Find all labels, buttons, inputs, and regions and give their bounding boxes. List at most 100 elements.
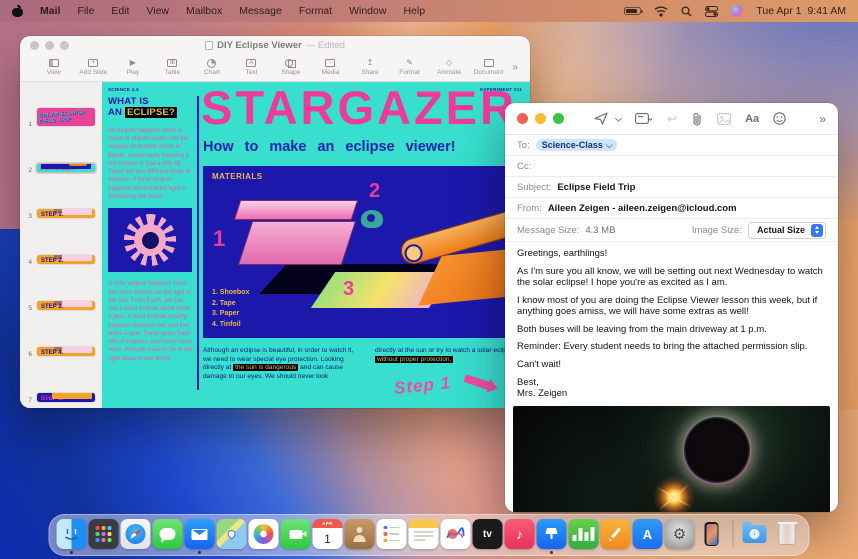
message-body[interactable]: Greetings, earthlings! As I'm sure you a… (505, 242, 838, 400)
toolbar-overflow-chevron[interactable]: » (512, 62, 518, 73)
dock-downloads[interactable] (740, 519, 770, 549)
toolbar-animate-button[interactable]: ◇ Animate (429, 58, 469, 76)
wifi-icon[interactable] (654, 6, 668, 17)
toolbar-share-button[interactable]: ↥ Share (350, 58, 390, 76)
control-center-icon[interactable] (705, 6, 718, 17)
battery-icon[interactable] (624, 7, 641, 15)
dock-music[interactable]: ♪ (505, 519, 535, 549)
toolbar-add-slide-button[interactable]: + Add Slide (74, 58, 114, 76)
thumbnail-art (52, 393, 92, 399)
dock-messages[interactable] (153, 519, 183, 549)
toolbar-overflow-chevron[interactable]: » (819, 112, 826, 126)
chart-icon (207, 59, 216, 68)
menu-view[interactable]: View (146, 5, 169, 17)
dock-numbers[interactable] (569, 519, 599, 549)
toolbar-shape-button[interactable]: Shape (271, 58, 311, 76)
from-field[interactable]: From: Aileen Zeigen - aileen.zeigen@iclo… (505, 198, 838, 219)
toolbar-document-button[interactable]: Document (469, 58, 509, 76)
close-button[interactable] (30, 41, 39, 50)
dock-finder[interactable] (57, 519, 87, 549)
tape-art (361, 210, 383, 228)
zoom-button[interactable] (553, 113, 564, 124)
body-paragraph: Greetings, earthlings! (517, 248, 826, 260)
menu-window[interactable]: Window (349, 5, 386, 17)
toolbar-chart-button[interactable]: Chart (192, 58, 232, 76)
siri-icon[interactable] (731, 5, 743, 17)
what-is-eclipse-heading: WHAT IS AN ECLIPSE? (108, 97, 193, 119)
dock-app-store[interactable]: A (633, 519, 663, 549)
menu-format[interactable]: Format (299, 5, 332, 17)
search-icon[interactable] (681, 6, 692, 17)
zoom-button[interactable] (60, 41, 69, 50)
menu-bar: Mail File Edit View Mailbox Message Form… (0, 0, 858, 22)
body-paragraph: Best, Mrs. Zeigen (517, 377, 826, 400)
selected-slide-highlight: STARGAZER (35, 162, 97, 174)
menu-mailbox[interactable]: Mailbox (186, 5, 222, 17)
dock-pages[interactable] (601, 519, 631, 549)
share-icon: ↥ (367, 58, 374, 68)
body-paragraph: I know most of you are doing the Eclipse… (517, 295, 826, 318)
thumbnail-art (62, 301, 92, 307)
cc-field[interactable]: Cc: (505, 156, 838, 177)
freeform-squiggle-icon (446, 526, 466, 542)
dock-photos[interactable] (249, 519, 279, 549)
dock-reminders[interactable] (377, 519, 407, 549)
toolbar-view-button[interactable]: View (34, 58, 74, 76)
format-button[interactable]: Aa (745, 113, 759, 125)
menu-app-name[interactable]: Mail (40, 5, 60, 17)
menu-edit[interactable]: Edit (111, 5, 129, 17)
slide-thumbnail-3[interactable]: STEP 1: (37, 209, 95, 218)
slide-thumbnail-6[interactable]: STEP 4: (37, 347, 95, 356)
slide-thumbnail-5[interactable]: STEP 3: (37, 301, 95, 310)
header-fields-button[interactable] (635, 113, 652, 125)
dock-contacts[interactable] (345, 519, 375, 549)
menu-bar-clock[interactable]: Tue Apr 1 9:41 AM (756, 5, 846, 17)
image-size-select[interactable]: Actual Size (748, 222, 826, 239)
reply-button[interactable]: ↩ (667, 112, 677, 126)
menu-message[interactable]: Message (239, 5, 282, 17)
send-button[interactable] (594, 112, 608, 125)
eclipse-photo-attachment[interactable] (513, 406, 830, 512)
subject-field[interactable]: Subject: Eclipse Field Trip (505, 177, 838, 198)
slide-canvas[interactable]: SCIENCE 4.2 EXPERIMENT #11 WHAT IS AN EC… (102, 82, 530, 408)
toolbar-table-button[interactable]: ⊞ Table (153, 58, 193, 76)
dock-maps[interactable] (217, 519, 247, 549)
slide-thumbnail-7[interactable]: STEP 5: (37, 393, 95, 402)
document-proxy-icon[interactable] (205, 41, 213, 50)
send-options-chevron[interactable] (615, 115, 622, 122)
toolbar-media-button[interactable]: ◦ Media (311, 58, 351, 76)
slide-subtitle: How to make an eclipse viewer! (203, 139, 456, 155)
to-field[interactable]: To: Science-Class (505, 135, 838, 156)
toolbar-play-button[interactable]: ▶ Play (113, 58, 153, 76)
close-button[interactable] (517, 113, 528, 124)
mail-toolbar[interactable]: ↩ Aa » (505, 103, 838, 135)
dock-mail[interactable] (185, 519, 215, 549)
dock-iphone-mirroring[interactable] (697, 519, 727, 549)
slide-thumbnail-2[interactable]: STARGAZER (37, 164, 95, 172)
attach-button[interactable] (692, 112, 702, 126)
toolbar-format-button[interactable]: ✎ Format (390, 58, 430, 76)
dock-launchpad[interactable] (89, 519, 119, 549)
dock-safari[interactable] (121, 519, 151, 549)
dock-notes[interactable] (409, 519, 439, 549)
minimize-button[interactable] (45, 41, 54, 50)
slide-thumbnail-1[interactable]: SOLAR ECLIPSE FIELD TRIP (37, 108, 95, 126)
minimize-button[interactable] (535, 113, 546, 124)
dock-freeform[interactable] (441, 519, 471, 549)
keynote-title-bar[interactable]: DIY Eclipse Viewer — Edited (20, 36, 530, 55)
menu-help[interactable]: Help (403, 5, 425, 17)
photo-browser-button[interactable] (717, 113, 731, 125)
apple-menu-icon[interactable] (12, 5, 23, 17)
dock-facetime[interactable] (281, 519, 311, 549)
dock-system-settings[interactable]: ⚙ (665, 519, 695, 549)
dock-trash[interactable] (772, 519, 802, 549)
dock-apple-tv[interactable]: tv (473, 519, 503, 549)
media-icon: ◦ (325, 59, 335, 67)
recipient-token[interactable]: Science-Class (536, 139, 617, 151)
menu-file[interactable]: File (77, 5, 94, 17)
emoji-button[interactable] (773, 112, 786, 125)
slide-thumbnail-4[interactable]: STEP 2: (37, 255, 95, 264)
dock-calendar[interactable]: APR 1 (313, 519, 343, 549)
dock-keynote[interactable] (537, 519, 567, 549)
toolbar-text-button[interactable]: A Text (232, 58, 272, 76)
